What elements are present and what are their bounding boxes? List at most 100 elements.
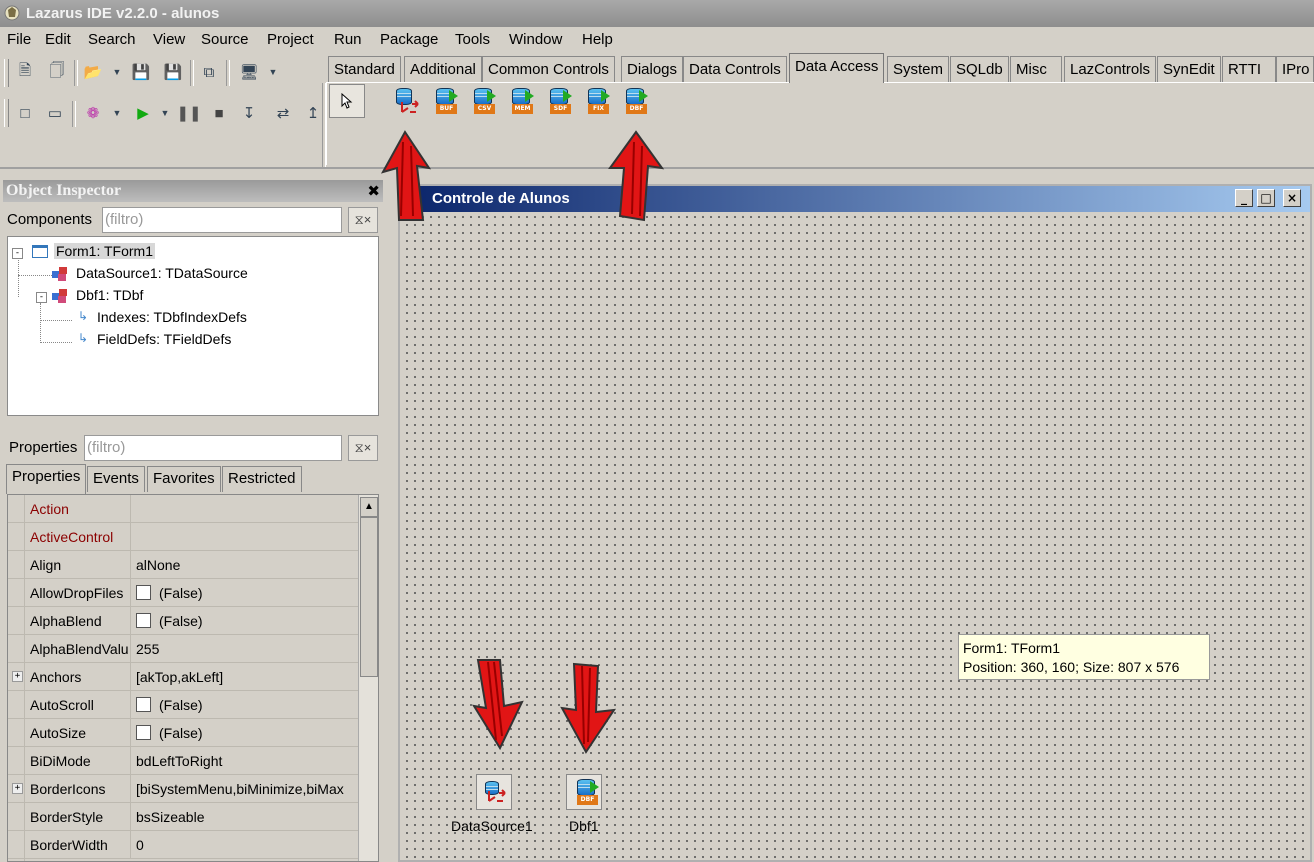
property-value[interactable]: bdLeftToRight — [136, 747, 356, 775]
properties-filter-input[interactable]: (filtro) — [84, 435, 342, 461]
menu-window[interactable]: Window — [509, 31, 562, 48]
tab-data-controls[interactable]: Data Controls — [683, 56, 787, 82]
property-checkbox[interactable] — [136, 725, 151, 740]
csv-dataset-icon[interactable]: CSV — [472, 88, 498, 116]
tab-sqldb[interactable]: SQLdb — [950, 56, 1009, 82]
open-dropdown-icon[interactable]: ▼ — [106, 61, 128, 83]
tab-standard[interactable]: Standard — [328, 56, 401, 82]
selection-tool-button[interactable] — [329, 84, 365, 118]
scroll-up-icon[interactable]: ▲ — [360, 497, 378, 517]
property-row[interactable]: AutoSize (False) — [8, 719, 358, 747]
property-row[interactable]: Align alNone — [8, 551, 358, 579]
run-icon[interactable]: ▶ — [132, 102, 154, 124]
property-checkbox[interactable] — [136, 697, 151, 712]
dbf1-component[interactable]: DBF — [566, 774, 602, 810]
step-over-icon[interactable]: ⇄ — [272, 102, 294, 124]
view-forms-list-icon[interactable]: ▭ — [44, 102, 66, 124]
tab-data-access[interactable]: Data Access — [789, 53, 885, 83]
property-checkbox[interactable] — [136, 613, 151, 628]
property-value[interactable]: [akTop,akLeft] — [136, 663, 356, 691]
tab-common-controls[interactable]: Common Controls — [482, 56, 615, 82]
menu-file[interactable]: File — [7, 31, 31, 48]
view-units-icon[interactable]: □ — [14, 102, 36, 124]
tab-lazcontrols[interactable]: LazControls — [1064, 56, 1157, 82]
property-value[interactable]: bsSizeable — [136, 803, 356, 831]
fix-dataset-icon[interactable]: FIX — [586, 88, 612, 116]
property-value[interactable]: 255 — [136, 635, 356, 663]
menu-tools[interactable]: Tools — [455, 31, 490, 48]
toolbar-grip[interactable] — [4, 59, 9, 87]
tab-additional[interactable]: Additional — [404, 56, 482, 82]
tab-misc[interactable]: Misc — [1010, 56, 1062, 82]
form-designer[interactable]: Controle de Alunos _ □ × — [398, 184, 1312, 862]
maximize-icon[interactable]: □ — [1257, 189, 1275, 207]
step-out-icon[interactable]: ↥ — [302, 102, 324, 124]
vertical-scrollbar[interactable]: ▲ — [358, 495, 378, 861]
tab-system[interactable]: System — [887, 56, 950, 82]
new-form-icon[interactable]: 🗍 — [46, 61, 68, 83]
menu-search[interactable]: Search — [88, 31, 136, 48]
open-icon[interactable]: 📂 — [82, 61, 104, 83]
tab-properties[interactable]: Properties — [6, 464, 87, 494]
property-row[interactable]: AlphaBlend (False) — [8, 607, 358, 635]
collapse-icon[interactable]: - — [36, 292, 47, 303]
property-row[interactable]: + Anchors [akTop,akLeft] — [8, 663, 358, 691]
change-build-mode-icon[interactable]: ❁ — [82, 102, 104, 124]
menu-view[interactable]: View — [153, 31, 185, 48]
menu-run[interactable]: Run — [334, 31, 362, 48]
property-row[interactable]: AlphaBlendValu 255 — [8, 635, 358, 663]
new-unit-icon[interactable]: 🗎 — [14, 61, 36, 83]
menu-edit[interactable]: Edit — [45, 31, 71, 48]
view-forms-icon[interactable]: 🖥 — [238, 61, 260, 83]
tab-rtti[interactable]: RTTI — [1222, 56, 1276, 82]
property-row[interactable]: + BorderIcons [biSystemMenu,biMinimize,biM… — [8, 775, 358, 803]
property-value[interactable] — [136, 495, 356, 523]
property-row[interactable]: BorderStyle bsSizeable — [8, 803, 358, 831]
stop-icon[interactable]: ■ — [208, 102, 230, 124]
property-row[interactable]: AllowDropFiles (False) — [8, 579, 358, 607]
property-row[interactable]: Action — [8, 495, 358, 523]
clear-filter-icon[interactable]: ⧖× — [348, 435, 378, 461]
components-filter-input[interactable]: (filtro) — [102, 207, 342, 233]
property-row[interactable]: BorderWidth 0 — [8, 831, 358, 859]
tab-favorites[interactable]: Favorites — [147, 466, 221, 492]
close-icon[interactable]: × — [1283, 189, 1301, 207]
property-value[interactable]: alNone — [136, 551, 356, 579]
buf-dataset-icon[interactable]: BUF — [434, 88, 460, 116]
menu-help[interactable]: Help — [582, 31, 613, 48]
toggle-form-unit-icon[interactable]: ⧉ — [198, 61, 220, 83]
dbf-dataset-icon[interactable]: DBF — [624, 88, 650, 116]
save-icon[interactable]: 💾 — [130, 61, 152, 83]
step-into-icon[interactable]: ↧ — [238, 102, 260, 124]
build-mode-dropdown-icon[interactable]: ▼ — [106, 102, 128, 124]
datasource-icon[interactable] — [396, 88, 422, 116]
property-value[interactable]: (False) — [136, 607, 356, 635]
tab-synedit[interactable]: SynEdit — [1157, 56, 1221, 82]
mem-dataset-icon[interactable]: MEM — [510, 88, 536, 116]
run-dropdown-icon[interactable]: ▼ — [154, 102, 176, 124]
save-all-icon[interactable]: 💾 — [162, 61, 184, 83]
tab-events[interactable]: Events — [87, 466, 145, 492]
property-value[interactable]: 0 — [136, 831, 356, 859]
tab-dialogs[interactable]: Dialogs — [621, 56, 684, 82]
property-row[interactable]: ActiveControl — [8, 523, 358, 551]
sdf-dataset-icon[interactable]: SDF — [548, 88, 574, 116]
view-dropdown-icon[interactable]: ▼ — [262, 61, 284, 83]
pause-icon[interactable]: ❚❚ — [176, 102, 201, 124]
minimize-icon[interactable]: _ — [1235, 189, 1253, 207]
property-value[interactable]: (False) — [136, 719, 356, 747]
expand-icon[interactable]: + — [12, 783, 23, 794]
menu-package[interactable]: Package — [380, 31, 438, 48]
tab-restricted[interactable]: Restricted — [222, 466, 302, 492]
property-value[interactable]: (False) — [136, 579, 356, 607]
property-value[interactable] — [136, 523, 356, 551]
property-row[interactable]: BiDiMode bdLeftToRight — [8, 747, 358, 775]
scroll-thumb[interactable] — [360, 517, 378, 677]
property-row[interactable]: AutoScroll (False) — [8, 691, 358, 719]
menu-source[interactable]: Source — [201, 31, 249, 48]
expand-icon[interactable]: + — [12, 671, 23, 682]
tab-ipro[interactable]: IPro — [1276, 56, 1314, 82]
property-value[interactable]: [biSystemMenu,biMinimize,biMax — [136, 775, 356, 803]
menu-project[interactable]: Project — [267, 31, 314, 48]
property-checkbox[interactable] — [136, 585, 151, 600]
